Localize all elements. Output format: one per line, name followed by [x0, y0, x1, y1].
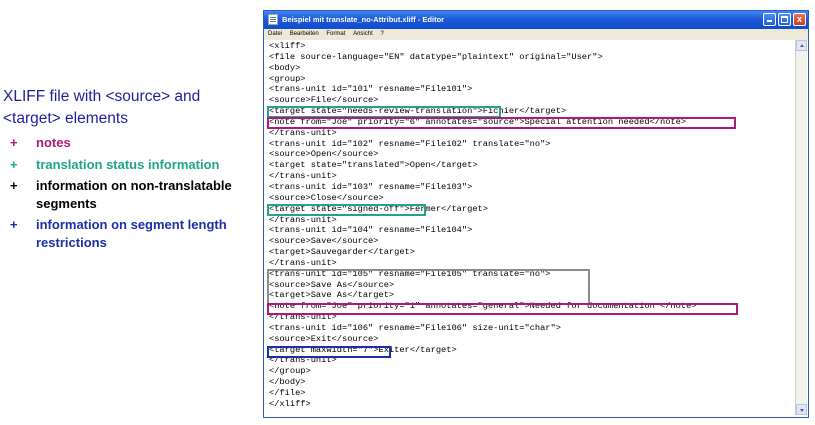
plus-icon: +	[10, 178, 18, 193]
code-line: </trans-unit>	[269, 171, 337, 182]
code-line: <target state="translated">Open</target>	[269, 160, 478, 171]
code-line: <body>	[269, 62, 301, 73]
menu-item-help[interactable]: ?	[380, 31, 383, 37]
code-line: </trans-unit>	[269, 312, 337, 323]
scroll-up-arrow-icon[interactable]	[796, 40, 807, 51]
bullet-text: notes	[36, 135, 71, 150]
code-line: </trans-unit>	[269, 127, 337, 138]
menu-item-ansicht[interactable]: Ansicht	[353, 31, 373, 37]
close-button[interactable]: x	[793, 13, 806, 26]
code-lines: <xliff> <file source-language="EN" dataty…	[269, 41, 697, 410]
slide-title-line-1: XLIFF file with <source> and	[3, 88, 201, 105]
menu-bar: Datei Bearbeiten Format Ansicht ?	[264, 29, 808, 40]
editor-window: Beispiel mit translate_no-Attribut.xliff…	[263, 10, 809, 418]
code-line: </xliff>	[269, 398, 311, 409]
code-line: <note from="Joe" priority="1" annotates=…	[269, 301, 697, 312]
menu-item-bearbeiten[interactable]: Bearbeiten	[290, 31, 319, 37]
code-line: <source>File</source>	[269, 95, 379, 106]
minimize-button[interactable]	[763, 13, 776, 26]
menu-item-datei[interactable]: Datei	[268, 31, 282, 37]
bullet-text: information on non-translatable segments	[36, 178, 232, 211]
code-line: </trans-unit>	[269, 355, 337, 366]
code-line: <target maxwidth="7">Exiter</target>	[269, 344, 457, 355]
plus-icon: +	[10, 217, 18, 232]
slide-title-line-2: <target> elements	[3, 110, 128, 127]
code-line: <source>Save</source>	[269, 236, 379, 247]
bullet-text: translation status information	[36, 156, 220, 172]
text-editor-area[interactable]: <xliff> <file source-language="EN" dataty…	[266, 40, 796, 415]
code-line: <target>Sauvegarder</target>	[269, 247, 415, 258]
menu-item-format[interactable]: Format	[326, 31, 345, 37]
code-line: </trans-unit>	[269, 214, 337, 225]
code-line: </trans-unit>	[269, 257, 337, 268]
code-line: <trans-unit id="103" resname="File103">	[269, 181, 473, 192]
plus-icon: +	[10, 135, 18, 150]
maximize-button[interactable]	[778, 13, 791, 26]
feature-bullet-list: + notes + translation status information…	[10, 134, 260, 255]
notepad-icon	[268, 14, 278, 25]
code-line: </file>	[269, 388, 306, 398]
code-line: <trans-unit id="101" resname="File101">	[269, 84, 473, 95]
slide-title: XLIFF file with <source> and <target> el…	[3, 86, 255, 130]
window-title: Beispiel mit translate_no-Attribut.xliff…	[282, 15, 445, 24]
code-line: <group>	[269, 73, 306, 84]
code-line: <note from="Joe" priority="6" annotates=…	[269, 116, 687, 127]
code-line: <source>Open</source>	[269, 149, 379, 160]
plus-icon: +	[10, 156, 18, 172]
code-line: <trans-unit id="105" resname="File105" t…	[269, 268, 551, 279]
code-line: <target>Save As</target>	[269, 290, 395, 301]
code-line: <trans-unit id="102" resname="File102" t…	[269, 138, 551, 149]
code-line: </body>	[269, 377, 306, 388]
title-bar[interactable]: Beispiel mit translate_no-Attribut.xliff…	[264, 11, 808, 29]
scroll-down-arrow-icon[interactable]	[796, 404, 807, 415]
code-line: <source>Save As</source>	[269, 279, 395, 290]
code-line: <source>Exit</source>	[269, 333, 379, 344]
bullet-text: information on segment length restrictio…	[36, 217, 227, 250]
bullet-non-translatable: + information on non-translatable segmen…	[10, 177, 260, 212]
bullet-length-restrictions: + information on segment length restrict…	[10, 216, 260, 251]
code-line: <file source-language="EN" datatype="pla…	[269, 51, 603, 62]
code-line: <trans-unit id="104" resname="File104">	[269, 225, 473, 236]
code-line: <xliff>	[269, 41, 306, 51]
code-line: <target state="needs-review-translation"…	[269, 106, 567, 117]
code-line: <target state="signed-off">Fermer</targe…	[269, 203, 488, 214]
vertical-scrollbar[interactable]	[795, 40, 807, 415]
bullet-notes: + notes	[10, 134, 260, 152]
close-icon: x	[796, 14, 802, 24]
bullet-translation-status: + translation status information	[10, 156, 260, 174]
code-line: <trans-unit id="106" resname="File106" s…	[269, 322, 561, 333]
code-line: <source>Close</source>	[269, 192, 384, 203]
code-line: </group>	[269, 366, 311, 377]
